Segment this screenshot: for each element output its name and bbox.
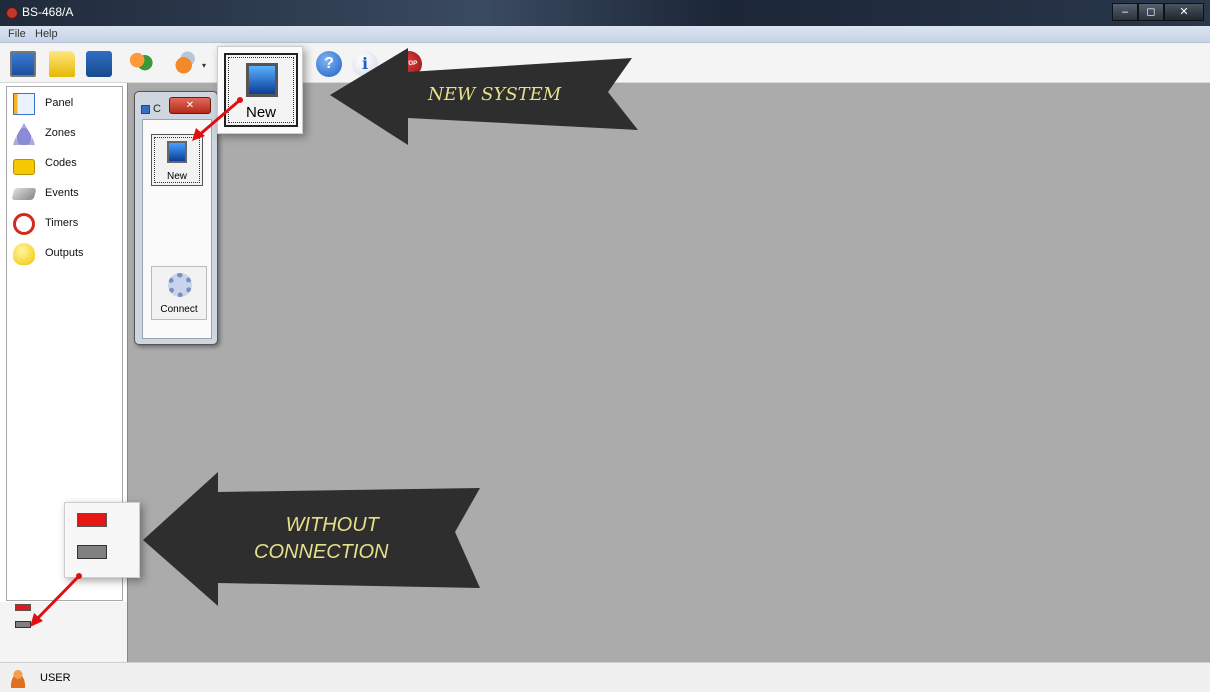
pointer-line-new (197, 98, 241, 138)
annotation-layer (30, 48, 638, 627)
pointer-dot-new (237, 97, 243, 103)
pointer-dot-led (76, 573, 82, 579)
annotation-without-connection: WITHOUT CONNECTION (240, 512, 388, 566)
annotation-line-2: CONNECTION (254, 541, 389, 563)
annotation-new-system: NEW SYSTEM (428, 84, 562, 105)
pointer-line-led (34, 574, 81, 622)
annotation-line-1: WITHOUT (285, 514, 379, 536)
